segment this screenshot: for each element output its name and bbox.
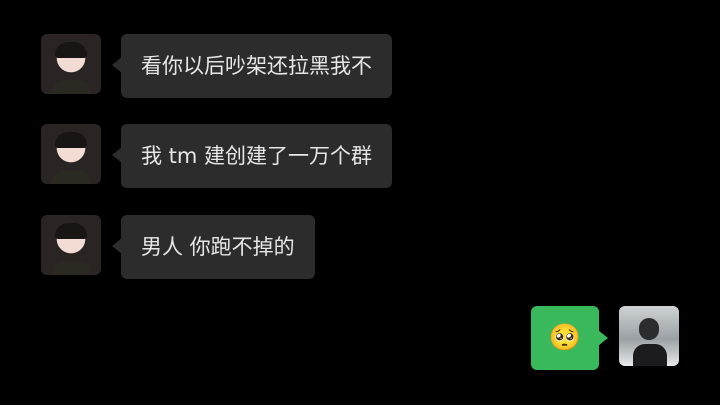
pleading-face-emoji-icon: 🥺	[548, 323, 582, 353]
chat-window: 看你以后吵架还拉黑我不 我 tm 建创建了一万个群 男人 你跑不掉的 🥺	[0, 0, 720, 405]
message-bubble[interactable]: 男人 你跑不掉的	[112, 215, 315, 279]
contact-avatar[interactable]	[41, 215, 101, 275]
my-avatar[interactable]	[619, 306, 679, 366]
message-bubble[interactable]: 看你以后吵架还拉黑我不	[112, 34, 392, 98]
message-bubble[interactable]: 我 tm 建创建了一万个群	[111, 124, 393, 188]
message-text: 我 tm 建创建了一万个群	[141, 144, 373, 168]
contact-avatar[interactable]	[41, 124, 101, 184]
message-text: 男人 你跑不掉的	[141, 235, 295, 259]
message-row-outgoing: 🥺	[531, 306, 679, 370]
contact-avatar[interactable]	[41, 34, 101, 94]
message-row: 男人 你跑不掉的	[41, 215, 315, 279]
message-row: 看你以后吵架还拉黑我不	[41, 34, 392, 98]
message-text: 看你以后吵架还拉黑我不	[141, 54, 372, 78]
message-row: 我 tm 建创建了一万个群	[41, 124, 393, 188]
emoji-message-bubble[interactable]: 🥺	[531, 306, 608, 370]
